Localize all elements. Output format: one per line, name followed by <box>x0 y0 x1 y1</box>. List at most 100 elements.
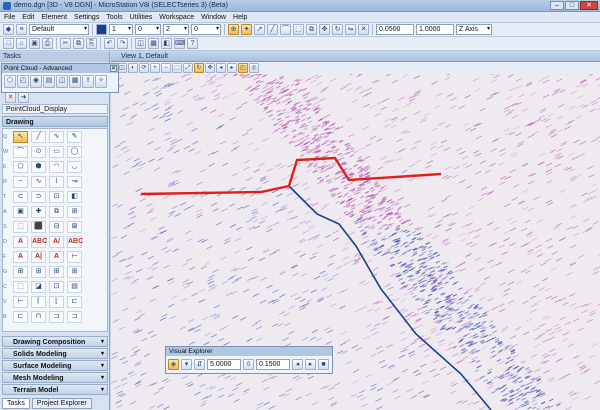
drawing-tool-icon[interactable]: ⌒ <box>13 146 28 158</box>
section-terrain-model[interactable]: Terrain Model ▾ <box>2 384 108 395</box>
explorer-dropdown-icon[interactable]: ▾ <box>181 359 192 370</box>
menu-edit[interactable]: Edit <box>22 14 34 21</box>
redo-icon[interactable]: ↷ <box>117 38 128 49</box>
drawing-tool-icon[interactable]: ⬠ <box>13 161 28 173</box>
drawing-tool-icon[interactable]: A <box>13 236 28 248</box>
mirror-icon[interactable]: ⇋ <box>345 24 356 35</box>
drawing-tool-icon[interactable]: ⊃ <box>31 191 46 203</box>
drawing-tool-icon[interactable]: ▣ <box>13 206 28 218</box>
accudraw-icon[interactable]: ⊕ <box>228 24 239 35</box>
view-next-icon[interactable]: ▸ <box>227 63 237 73</box>
point-cloud-attach-icon[interactable]: ⬡ <box>4 75 16 88</box>
key-in-icon[interactable]: ⌨ <box>174 38 185 49</box>
transparency-combo[interactable]: 0 ▾ <box>191 24 221 35</box>
menu-workspace[interactable]: Workspace <box>159 14 194 21</box>
drawing-tool-icon[interactable]: A/ <box>49 236 64 248</box>
drawing-tool-icon[interactable]: ⊡ <box>49 191 64 203</box>
point-cloud-snap-icon[interactable]: ✧ <box>95 75 107 88</box>
drawing-tool-icon[interactable]: ▭ <box>49 146 64 158</box>
point-cloud-style-icon[interactable]: ◉ <box>30 75 42 88</box>
explorer-mode-icon[interactable]: ◈ <box>168 359 179 370</box>
menu-tools[interactable]: Tools <box>106 14 122 21</box>
drawing-tool-icon[interactable]: ⊠ <box>67 221 82 233</box>
drawing-tool-icon[interactable]: A| <box>31 251 46 263</box>
tab-project-explorer[interactable]: Project Explorer <box>31 398 92 409</box>
close-task-icon[interactable]: ✕ <box>5 92 16 103</box>
drawing-tool-icon[interactable]: ⧉ <box>49 206 64 218</box>
drawing-tool-icon[interactable]: ⊢ <box>67 251 82 263</box>
clip-volume-icon[interactable]: ◰ <box>238 63 248 73</box>
snap-icon[interactable]: ✦ <box>241 24 252 35</box>
close-icon[interactable]: ✕ <box>110 65 117 72</box>
menu-settings[interactable]: Settings <box>74 14 99 21</box>
print-icon[interactable]: ⎙ <box>42 38 53 49</box>
drawing-tool-icon[interactable]: ~ <box>13 176 28 188</box>
models-icon[interactable]: ◧ <box>161 38 172 49</box>
minimize-button[interactable]: – <box>550 1 564 10</box>
paste-icon[interactable]: ⎘ <box>86 38 97 49</box>
new-file-icon[interactable]: □ <box>3 38 14 49</box>
axis-combo[interactable]: Z Axis ▾ <box>456 24 492 35</box>
view-previous-icon[interactable]: ◂ <box>216 63 226 73</box>
display-style-icon[interactable]: ◐ <box>128 63 138 73</box>
task-pointcloud-display[interactable]: PointCloud_Display <box>2 104 108 114</box>
arc-icon[interactable]: ⌒ <box>280 24 291 35</box>
drawing-tool-icon[interactable]: ⊙ <box>31 146 46 158</box>
task-arrow-icon[interactable]: ➜ <box>18 92 29 103</box>
drawing-tool-icon[interactable]: ⊂ <box>13 191 28 203</box>
priority-a-field[interactable]: 0.0500 <box>376 24 414 35</box>
drawing-tool-icon[interactable]: ⊢ <box>13 296 28 308</box>
window-area-icon[interactable]: ⬚ <box>172 63 182 73</box>
copy-icon[interactable]: ⧉ <box>306 24 317 35</box>
drawing-tool-icon[interactable]: A <box>49 251 64 263</box>
drawing-tool-icon[interactable]: ◧ <box>67 191 82 203</box>
zoom-in-icon[interactable]: + <box>150 63 160 73</box>
level-manager-icon[interactable]: ≡ <box>16 24 27 35</box>
camera-icon[interactable]: ◎ <box>249 63 259 73</box>
drawing-tool-icon[interactable]: ⊐ <box>67 311 82 323</box>
drawing-tool-icon[interactable]: ⬢ <box>31 161 46 173</box>
fit-view-icon[interactable]: ⤢ <box>183 63 193 73</box>
menu-file[interactable]: File <box>4 14 15 21</box>
drawing-tool-icon[interactable]: ⊓ <box>31 311 46 323</box>
move-icon[interactable]: ✥ <box>319 24 330 35</box>
cut-icon[interactable]: ✂ <box>60 38 71 49</box>
drawing-tool-icon[interactable]: ◯ <box>67 146 82 158</box>
color-swatch-icon[interactable] <box>96 24 107 35</box>
drawing-tool-icon[interactable]: ▤ <box>67 281 82 293</box>
step-icon[interactable]: ⇵ <box>194 359 205 370</box>
section-drawing-composition[interactable]: Drawing Composition ▾ <box>2 336 108 347</box>
copy-clipboard-icon[interactable]: ⧉ <box>73 38 84 49</box>
section-solids-modeling[interactable]: Solids Modeling ▾ <box>2 348 108 359</box>
measure-icon[interactable]: ↗ <box>254 24 265 35</box>
section-mesh-modeling[interactable]: Mesh Modeling ▾ <box>2 372 108 383</box>
drawing-tool-icon[interactable]: ⊞ <box>31 266 46 278</box>
maximize-button[interactable]: □ <box>565 1 579 10</box>
drawing-tool-icon[interactable]: ⌈ <box>31 296 46 308</box>
tab-tasks[interactable]: Tasks <box>2 398 30 409</box>
drawing-tool-icon[interactable]: ⊏ <box>67 296 82 308</box>
help-icon[interactable]: ? <box>187 38 198 49</box>
priority-b-field[interactable]: 1.0000 <box>416 24 454 35</box>
save-icon[interactable]: ▣ <box>29 38 40 49</box>
references-icon[interactable]: ◫ <box>135 38 146 49</box>
fence-icon[interactable]: ⬚ <box>293 24 304 35</box>
point-cloud-clip-icon[interactable]: ◰ <box>17 75 29 88</box>
menu-window[interactable]: Window <box>201 14 226 21</box>
point-cloud-density-icon[interactable]: ▦ <box>69 75 81 88</box>
drawing-task-header[interactable]: Drawing <box>2 116 108 127</box>
menu-help[interactable]: Help <box>233 14 247 21</box>
level-combo[interactable]: Default ▾ <box>29 24 89 35</box>
drawing-tool-icon[interactable]: ⬚ <box>13 281 28 293</box>
drawing-tool-icon[interactable]: ◪ <box>31 281 46 293</box>
drawing-tool-icon[interactable]: ∿ <box>49 131 64 143</box>
play-back-icon[interactable]: ◂ <box>292 359 303 370</box>
rotate-view-icon[interactable]: ↻ <box>194 63 204 73</box>
drawing-tool-icon[interactable]: ⬛ <box>31 221 46 233</box>
drawing-tool-icon[interactable]: ⊏ <box>13 311 28 323</box>
drawing-tool-icon[interactable]: ⊞ <box>67 266 82 278</box>
thickness-field[interactable]: 0.1500 <box>256 359 290 370</box>
point-cloud-section-icon[interactable]: ◫ <box>56 75 68 88</box>
step-field[interactable]: 5.0000 <box>207 359 241 370</box>
drawing-tool-icon[interactable]: ⌇ <box>49 176 64 188</box>
